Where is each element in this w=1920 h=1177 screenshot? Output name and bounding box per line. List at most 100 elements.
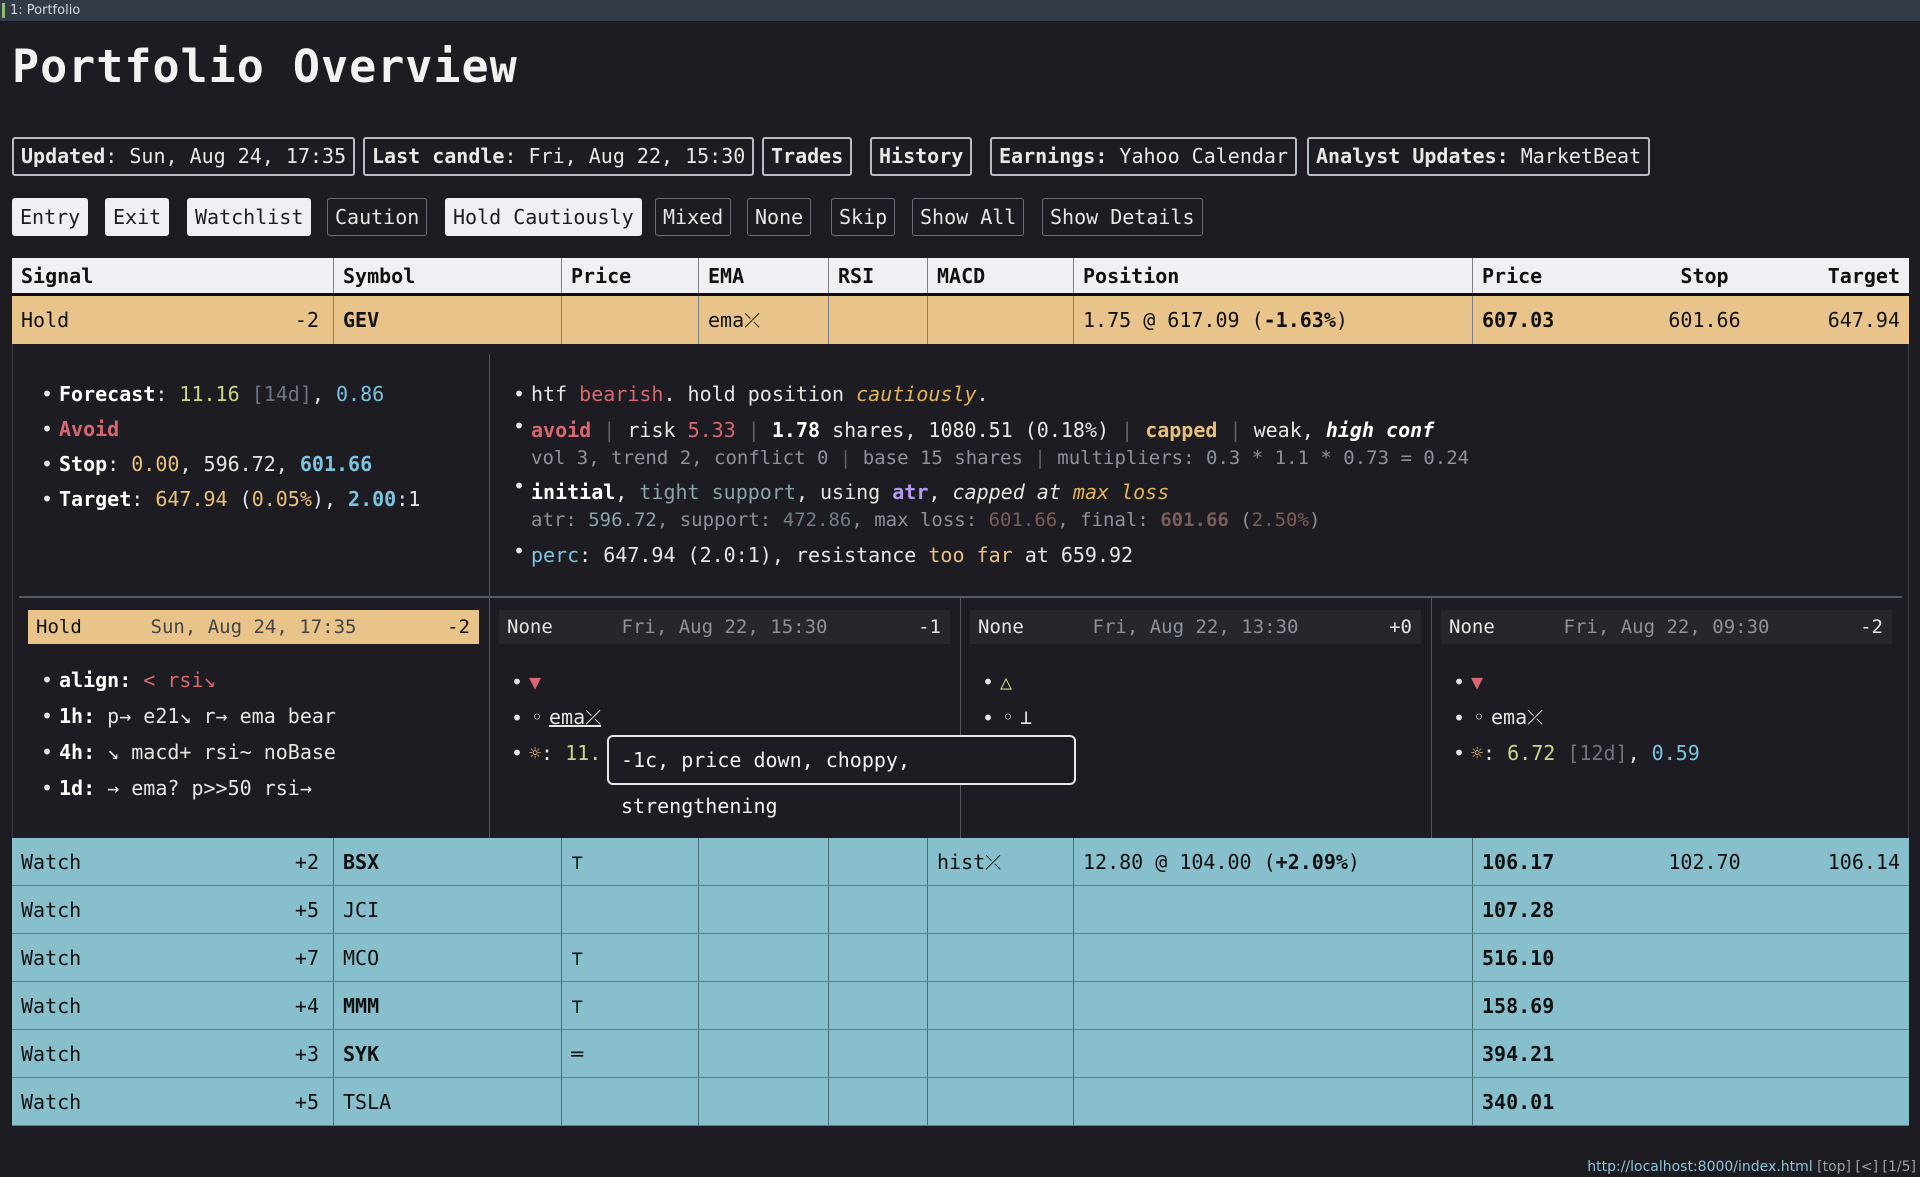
window-tab-label[interactable]: 1: Portfolio [10, 3, 80, 18]
stop-cell [1652, 886, 1757, 933]
timeframe-header[interactable]: Hold Sun, Aug 24, 17:35 -2 [28, 610, 479, 644]
price-cell: 340.01 [1482, 1090, 1555, 1114]
col-position[interactable]: Position [1074, 258, 1179, 293]
filter-mixed-button[interactable]: Mixed [655, 198, 732, 236]
signal-cell: Watch +7 [21, 946, 319, 970]
status-bar: http://localhost:8000/index.html [top] [… [1587, 1159, 1916, 1175]
analyst-updates-link[interactable]: Analyst Updates: MarketBeat [1307, 137, 1651, 176]
stop-item: Stop: 0.00, 596.72, 601.66 [39, 447, 420, 482]
col-symbol[interactable]: Symbol [334, 258, 415, 293]
symbol-cell[interactable]: TSLA [334, 1078, 391, 1125]
align-item: align: < rsi↘ [39, 662, 336, 698]
align-item: 1h: p→ e21↘ r→ ema bear [39, 698, 336, 734]
timeframe-header[interactable]: None Fri, Aug 22, 13:30 +0 [970, 610, 1421, 644]
price-mark-cell: ⊤ [571, 994, 584, 1018]
macd-cell: hist⤫ [937, 850, 1002, 874]
sun-icon: ☼ [1471, 741, 1484, 765]
stop-cell [1652, 1078, 1757, 1125]
position-cell [1074, 934, 1083, 981]
filter-entry-button[interactable]: Entry [12, 198, 89, 236]
macd-cell [928, 1030, 937, 1077]
price-cell: 158.69 [1482, 994, 1555, 1018]
trades-link[interactable]: Trades [762, 137, 853, 176]
stop-cell: 601.66 [1668, 308, 1741, 332]
symbol-cell[interactable]: BSX [334, 838, 379, 885]
price-cell: 516.10 [1482, 946, 1555, 970]
note-htf: htf bearish. hold position cautiously. [511, 377, 1891, 412]
col-price[interactable]: Price [562, 258, 631, 293]
timeframe-header[interactable]: None Fri, Aug 22, 15:30 -1 [499, 610, 950, 644]
history-link[interactable]: History [870, 137, 973, 176]
symbol-cell[interactable]: SYK [334, 1030, 379, 1077]
target-cell [1757, 1030, 1909, 1077]
price-cell: 394.21 [1482, 1042, 1555, 1066]
signal-cell: Watch +3 [21, 1042, 319, 1066]
signal-cell: Hold -2 [21, 308, 319, 332]
notes-list: htf bearish. hold position cautiously. a… [511, 377, 1891, 573]
table-row[interactable]: Watch +4 MMM ⊤ 158.69 [12, 982, 1909, 1030]
table-row[interactable]: Hold -2 GEV ema⤫ 1.75 @ 617.09 (-1.63%) … [12, 296, 1909, 344]
price-mark-cell [562, 1078, 571, 1125]
note-initial: initial, tight support, using atr, cappe… [511, 472, 1891, 534]
price-mark-cell: ⊤ [571, 946, 584, 970]
target-cell [1757, 982, 1909, 1029]
col-price-current[interactable]: Price [1473, 258, 1542, 293]
note-risk: avoid | risk 5.33 | 1.78 shares, 1080.51… [511, 412, 1891, 472]
table-row[interactable]: Watch +5 JCI 107.28 [12, 886, 1909, 934]
last-candle-info: Last candle: Fri, Aug 22, 15:30 [363, 137, 755, 176]
price-cell: 106.17 [1482, 850, 1555, 874]
stop-cell: 102.70 [1668, 850, 1741, 874]
target-cell: 106.14 [1827, 850, 1900, 874]
table-row[interactable]: Watch +2 BSX ⊤ hist⤫ 12.80 @ 104.00 (+2.09%) 1… [12, 838, 1909, 886]
signal-cell: Watch +5 [21, 1090, 319, 1114]
col-target[interactable]: Target [1757, 258, 1909, 293]
col-stop[interactable]: Stop [1652, 258, 1757, 293]
col-macd[interactable]: MACD [928, 258, 985, 293]
show-all-button[interactable]: Show All [912, 198, 1025, 236]
position-cell: 1.75 @ 617.09 (-1.63%) [1083, 308, 1348, 332]
align-list: align: < rsi↘ 1h: p→ e21↘ r→ ema bear 4h… [39, 662, 336, 806]
table-header: Signal Symbol Price EMA RSI MACD Positio… [12, 258, 1909, 296]
ema-cross-link[interactable]: ema⤫ [549, 705, 601, 729]
symbol-cell[interactable]: JCI [334, 886, 379, 933]
col-ema[interactable]: EMA [699, 258, 744, 293]
page-title: Portfolio Overview [12, 40, 518, 93]
price-mark-cell: ═ [571, 1042, 584, 1066]
status-url: http://localhost:8000/index.html [1587, 1159, 1813, 1175]
signal-cell: Watch +2 [21, 850, 319, 874]
table-row[interactable]: Watch +7 MCO ⊤ 516.10 [12, 934, 1909, 982]
table-row[interactable]: Watch +3 SYK ═ 394.21 [12, 1030, 1909, 1078]
col-signal[interactable]: Signal [12, 258, 93, 293]
target-cell: 647.94 [1827, 308, 1900, 332]
position-cell [1074, 1078, 1083, 1125]
position-cell [1074, 886, 1083, 933]
position-cell [1074, 982, 1083, 1029]
down-triangle-icon: ▼ [529, 670, 542, 694]
symbol-cell[interactable]: GEV [334, 296, 379, 344]
symbol-cell[interactable]: MMM [334, 982, 379, 1029]
align-item: 4h: ↘ macd+ rsi~ noBase [39, 734, 336, 770]
filter-hold-cautiously-button[interactable]: Hold Cautiously [445, 198, 642, 236]
note-perc: perc: 647.94 (2.0:1), resistance too far… [511, 534, 1891, 573]
tf-detail-list: ▼ ema⤫ ☼: 11. [509, 664, 601, 771]
window-tab-bar[interactable]: 1: Portfolio [0, 0, 1920, 21]
target-item: Target: 647.94 (0.05%), 2.00:1 [39, 482, 420, 517]
target-cell [1757, 1078, 1909, 1125]
col-rsi[interactable]: RSI [829, 258, 874, 293]
filter-none-button[interactable]: None [747, 198, 812, 236]
show-details-button[interactable]: Show Details [1042, 198, 1203, 236]
earnings-link[interactable]: Earnings: Yahoo Calendar [990, 137, 1297, 176]
timeframe-header[interactable]: None Fri, Aug 22, 09:30 -2 [1441, 610, 1892, 644]
filter-exit-button[interactable]: Exit [105, 198, 170, 236]
filter-caution-button[interactable]: Caution [327, 198, 428, 236]
filter-skip-button[interactable]: Skip [831, 198, 896, 236]
price-mark-cell [562, 886, 571, 933]
updated-info: Updated: Sun, Aug 24, 17:35 [12, 137, 356, 176]
target-cell [1757, 934, 1909, 981]
macd-cell [928, 1078, 937, 1125]
filter-watchlist-button[interactable]: Watchlist [187, 198, 312, 236]
ema-cell: ema⤫ [708, 308, 761, 332]
symbol-cell[interactable]: MCO [334, 934, 379, 981]
table-row[interactable]: Watch +5 TSLA 340.01 [12, 1078, 1909, 1126]
macd-cell [928, 934, 937, 981]
